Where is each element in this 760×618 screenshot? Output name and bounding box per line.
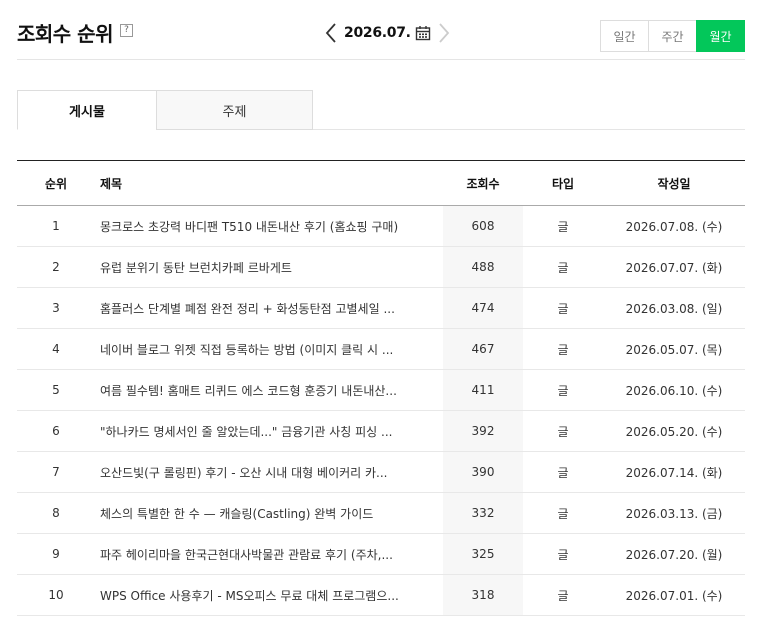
title-cell[interactable]: 몽크로스 초강력 바디팬 T510 내돈내산 후기 (홈쇼핑 구매) xyxy=(95,205,443,247)
date-cell: 2026.07.08. (수) xyxy=(603,205,745,247)
views-cell: 318 xyxy=(443,574,523,616)
post-title-link[interactable]: WPS Office 사용후기 - MS오피스 무료 대체 프로그램으... xyxy=(100,587,423,604)
date-cell: 2026.07.14. (화) xyxy=(603,451,745,493)
chevron-left-icon[interactable] xyxy=(322,19,340,47)
rank-cell: 3 xyxy=(17,287,95,329)
title-cell[interactable]: 여름 필수템! 홈매트 리퀴드 에스 코드형 훈증기 내돈내산... xyxy=(95,369,443,411)
type-cell: 글 xyxy=(523,369,603,411)
current-date: 2026.07. xyxy=(344,25,411,41)
post-title-link[interactable]: 네이버 블로그 위젯 직접 등록하는 방법 (이미지 클릭 시 ... xyxy=(100,341,423,358)
type-cell: 글 xyxy=(523,287,603,329)
tab-posts[interactable]: 게시물 xyxy=(17,90,157,130)
rank-cell: 10 xyxy=(17,574,95,616)
period-selector: 일간 주간 월간 xyxy=(600,20,745,52)
date-cell: 2026.05.07. (목) xyxy=(603,328,745,370)
views-cell: 332 xyxy=(443,492,523,534)
page-header: 조회수 순위 ? 2026.07. 일간 주간 월간 xyxy=(17,0,745,60)
page-title: 조회수 순위 xyxy=(17,22,113,46)
post-title-link[interactable]: 파주 헤이리마을 한국근현대사박물관 관람료 후기 (주차,... xyxy=(100,546,423,563)
type-cell: 글 xyxy=(523,533,603,575)
table-header-row: 순위 제목 조회수 타입 작성일 xyxy=(17,160,745,206)
views-cell: 411 xyxy=(443,369,523,411)
type-cell: 글 xyxy=(523,451,603,493)
views-cell: 488 xyxy=(443,246,523,288)
post-title-link[interactable]: 몽크로스 초강력 바디팬 T510 내돈내산 후기 (홈쇼핑 구매) xyxy=(100,218,423,235)
date-navigator: 2026.07. xyxy=(322,19,453,47)
post-title-link[interactable]: 여름 필수템! 홈매트 리퀴드 에스 코드형 훈증기 내돈내산... xyxy=(100,382,423,399)
title-cell[interactable]: 파주 헤이리마을 한국근현대사박물관 관람료 후기 (주차,... xyxy=(95,533,443,575)
calendar-icon[interactable] xyxy=(415,25,431,41)
column-header-rank: 순위 xyxy=(44,176,68,191)
table-row: 7 오산드빛(구 롤링핀) 후기 - 오산 시내 대형 베이커리 카... 390 글… xyxy=(17,451,745,493)
date-cell: 2026.07.07. (화) xyxy=(603,246,745,288)
views-cell: 390 xyxy=(443,451,523,493)
date-cell: 2026.03.08. (일) xyxy=(603,287,745,329)
title-cell[interactable]: 유럽 분위기 동탄 브런치카페 르바게트 xyxy=(95,246,443,288)
period-daily-button[interactable]: 일간 xyxy=(600,20,649,52)
rank-cell: 1 xyxy=(17,205,95,247)
tab-topics[interactable]: 주제 xyxy=(156,90,313,130)
date-cell: 2026.05.20. (수) xyxy=(603,410,745,452)
rank-cell: 2 xyxy=(17,246,95,288)
title-cell[interactable]: WPS Office 사용후기 - MS오피스 무료 대체 프로그램으... xyxy=(95,574,443,616)
post-title-link[interactable]: 유럽 분위기 동탄 브런치카페 르바게트 xyxy=(100,259,423,276)
post-title-link[interactable]: 체스의 특별한 한 수 — 캐슬링(Castling) 완벽 가이드 xyxy=(100,505,423,522)
type-cell: 글 xyxy=(523,328,603,370)
title-cell[interactable]: 네이버 블로그 위젯 직접 등록하는 방법 (이미지 클릭 시 ... xyxy=(95,328,443,370)
views-cell: 467 xyxy=(443,328,523,370)
table-row: 1 몽크로스 초강력 바디팬 T510 내돈내산 후기 (홈쇼핑 구매) 608 글 2… xyxy=(17,205,745,247)
post-title-link[interactable]: "하나카드 명세서인 줄 알았는데..." 금융기관 사칭 피싱 ... xyxy=(100,423,423,440)
table-row: 5 여름 필수템! 홈매트 리퀴드 에스 코드형 훈증기 내돈내산... 411 글 2… xyxy=(17,369,745,411)
views-cell: 392 xyxy=(443,410,523,452)
title-cell[interactable]: 체스의 특별한 한 수 — 캐슬링(Castling) 완벽 가이드 xyxy=(95,492,443,534)
type-cell: 글 xyxy=(523,246,603,288)
ranking-table: 순위 제목 조회수 타입 작성일 1 몽크로스 초강력 바디팬 T510 내돈내산… xyxy=(17,160,745,616)
type-cell: 글 xyxy=(523,410,603,452)
column-header-views: 조회수 xyxy=(466,176,500,191)
post-title-link[interactable]: 오산드빛(구 롤링핀) 후기 - 오산 시내 대형 베이커리 카... xyxy=(100,464,423,481)
table-row: 8 체스의 특별한 한 수 — 캐슬링(Castling) 완벽 가이드 332 글 2… xyxy=(17,492,745,534)
table-row: 4 네이버 블로그 위젯 직접 등록하는 방법 (이미지 클릭 시 ... 467 글… xyxy=(17,328,745,370)
rank-cell: 7 xyxy=(17,451,95,493)
date-cell: 2026.03.13. (금) xyxy=(603,492,745,534)
period-weekly-button[interactable]: 주간 xyxy=(648,20,697,52)
date-cell: 2026.06.10. (수) xyxy=(603,369,745,411)
rank-cell: 8 xyxy=(17,492,95,534)
views-cell: 474 xyxy=(443,287,523,329)
type-cell: 글 xyxy=(523,574,603,616)
table-row: 2 유럽 분위기 동탄 브런치카페 르바게트 488 글 2026.07.07. (화) xyxy=(17,246,745,288)
column-header-type: 타입 xyxy=(551,176,575,191)
rank-cell: 9 xyxy=(17,533,95,575)
post-title-link[interactable]: 홈플러스 단계별 폐점 완전 정리 + 화성동탄점 고별세일 ... xyxy=(100,300,423,317)
table-row: 6 "하나카드 명세서인 줄 알았는데..." 금융기관 사칭 피싱 ... 392… xyxy=(17,410,745,452)
table-row: 9 파주 헤이리마을 한국근현대사박물관 관람료 후기 (주차,... 325 글 20… xyxy=(17,533,745,575)
type-cell: 글 xyxy=(523,492,603,534)
title-cell[interactable]: 오산드빛(구 롤링핀) 후기 - 오산 시내 대형 베이커리 카... xyxy=(95,451,443,493)
table-row: 10 WPS Office 사용후기 - MS오피스 무료 대체 프로그램으...… xyxy=(17,574,745,616)
views-cell: 325 xyxy=(443,533,523,575)
rank-cell: 4 xyxy=(17,328,95,370)
rank-cell: 6 xyxy=(17,410,95,452)
date-cell: 2026.07.01. (수) xyxy=(603,574,745,616)
period-monthly-button[interactable]: 월간 xyxy=(696,20,745,52)
type-cell: 글 xyxy=(523,205,603,247)
column-header-title: 제목 xyxy=(100,176,123,191)
content-tabs: 게시물 주제 xyxy=(17,90,745,130)
rank-cell: 5 xyxy=(17,369,95,411)
title-cell[interactable]: 홈플러스 단계별 폐점 완전 정리 + 화성동탄점 고별세일 ... xyxy=(95,287,443,329)
help-icon[interactable]: ? xyxy=(120,24,133,37)
chevron-right-icon[interactable] xyxy=(435,19,453,47)
column-header-date: 작성일 xyxy=(657,176,691,191)
title-cell[interactable]: "하나카드 명세서인 줄 알았는데..." 금융기관 사칭 피싱 ... xyxy=(95,410,443,452)
views-cell: 608 xyxy=(443,205,523,247)
date-cell: 2026.07.20. (월) xyxy=(603,533,745,575)
table-row: 3 홈플러스 단계별 폐점 완전 정리 + 화성동탄점 고별세일 ... 474 글 2… xyxy=(17,287,745,329)
